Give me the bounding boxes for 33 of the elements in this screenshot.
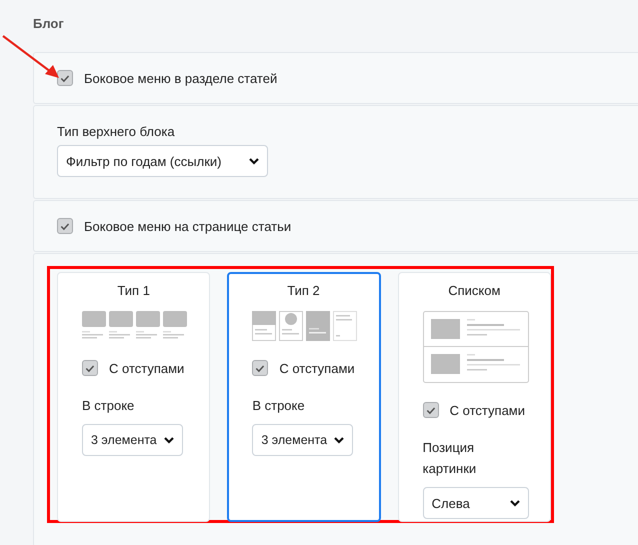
checkbox[interactable]	[57, 70, 73, 86]
layout-title: Тип 1	[116, 283, 151, 300]
chevron-icon	[249, 158, 259, 164]
section-title: Блог	[33, 15, 65, 33]
checkbox[interactable]	[57, 218, 73, 234]
tile-layout-icon	[82, 311, 188, 341]
mixed-layout-icon	[252, 311, 358, 341]
layout-card[interactable]: Тип 1 С отступами В строке 3 элемента	[57, 272, 210, 522]
dropdown[interactable]: 3 элемента	[82, 424, 183, 456]
dropdown[interactable]: Фильтр по годам (ссылки)	[57, 145, 268, 177]
layout-card[interactable]: Списком С отступами Позиция картинки Слева	[398, 272, 551, 522]
checkbox-label: С отступами	[109, 360, 184, 376]
chevron-icon	[510, 500, 520, 506]
checkbox[interactable]	[422, 402, 439, 418]
field-label: В строке	[82, 397, 136, 415]
list-layout-icon	[422, 311, 529, 383]
checkbox-label: Боковое меню на странице статьи	[84, 218, 292, 234]
layout-title: Тип 2	[286, 283, 321, 300]
checkbox[interactable]	[252, 360, 268, 376]
layout-title: Списком	[447, 283, 502, 300]
checkbox-label: Боковое меню в разделе статей	[84, 70, 278, 86]
checkbox[interactable]	[82, 360, 98, 376]
field-label: Позиция картинки	[422, 439, 478, 478]
chevron-icon	[334, 436, 344, 444]
dropdown[interactable]: Слева	[422, 487, 529, 519]
annotation-arrow	[1, 34, 61, 80]
field-label: В строке	[252, 397, 306, 415]
dropdown[interactable]: 3 элемента	[252, 424, 354, 456]
field-label: Тип верхнего блока	[57, 124, 176, 139]
checkbox-label: С отступами	[450, 402, 525, 418]
checkbox-label: С отступами	[279, 360, 355, 376]
chevron-icon	[164, 436, 174, 444]
layout-card[interactable]: Тип 2 С отступами В строке 3 элемента	[227, 272, 381, 522]
